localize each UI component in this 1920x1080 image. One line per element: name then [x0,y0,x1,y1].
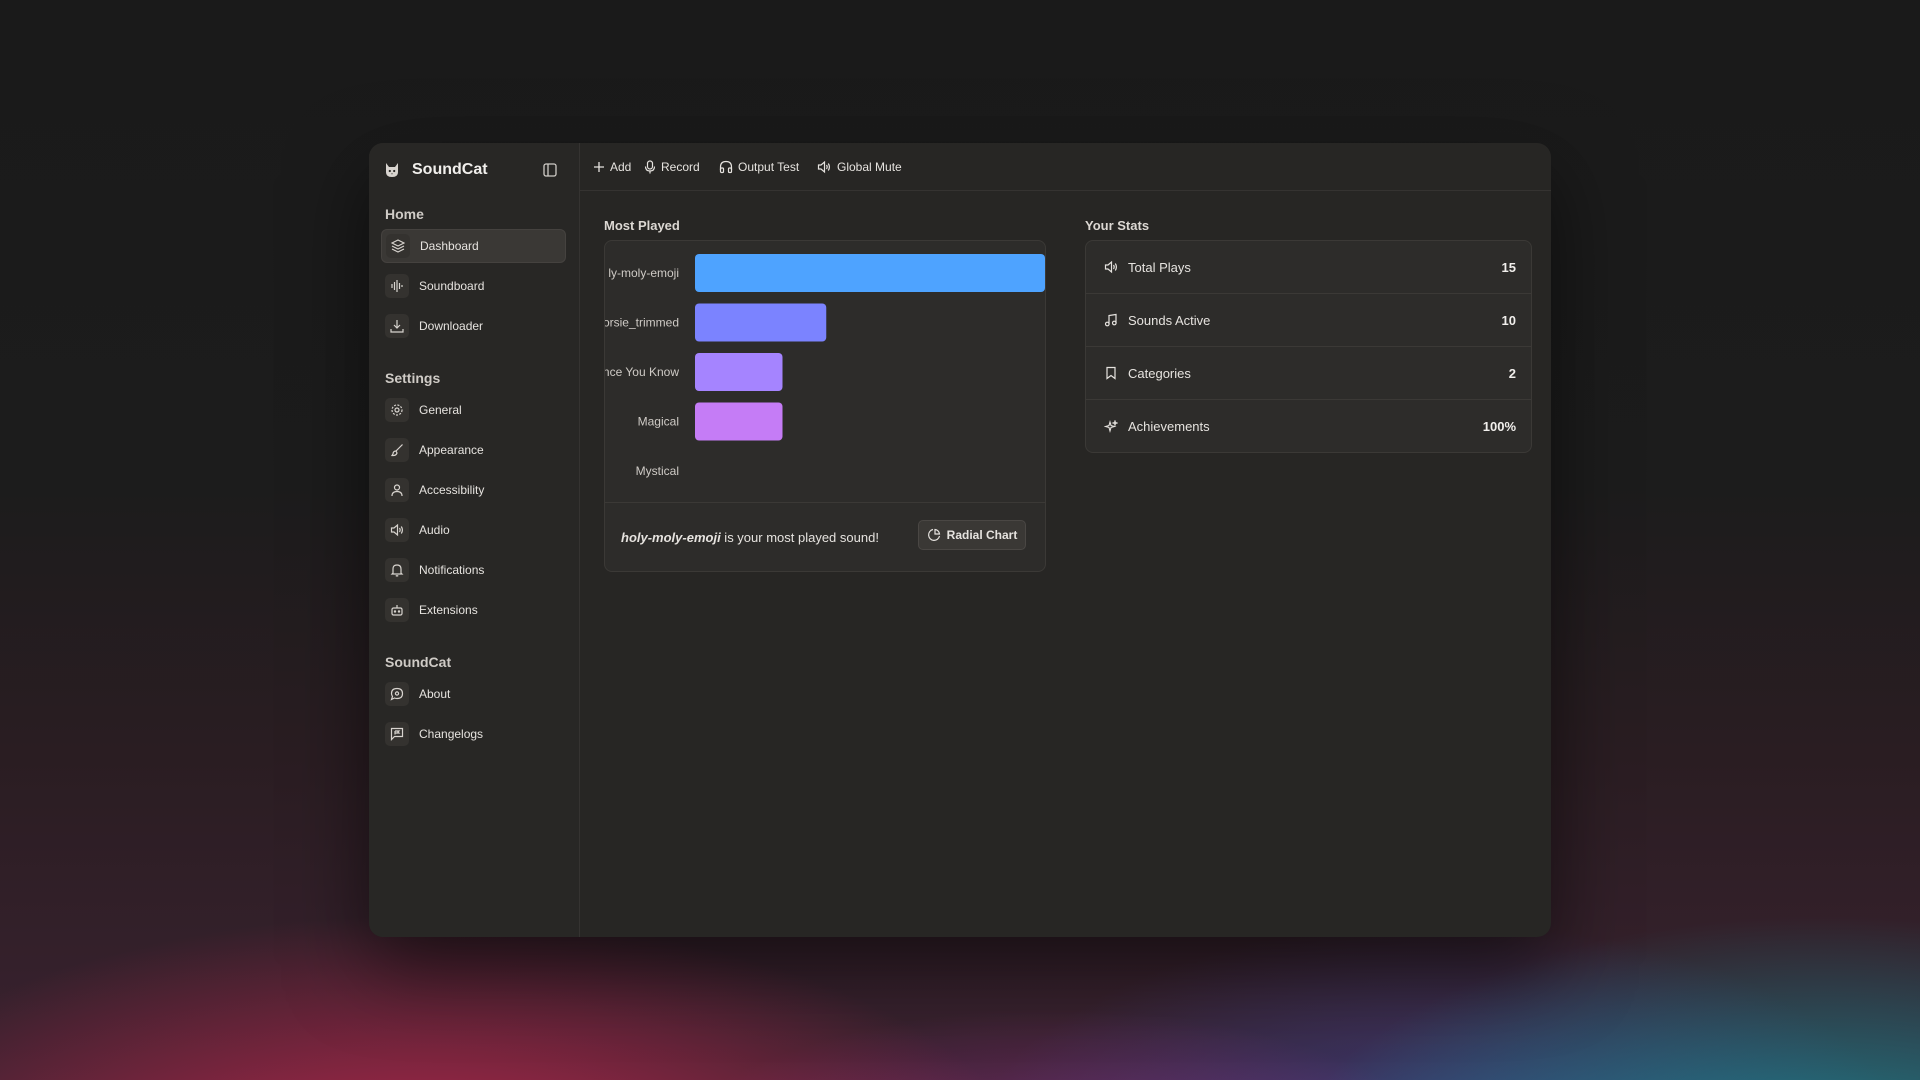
most-played-footer: holy-moly-emoji is your most played soun… [605,503,1045,571]
most-played-chart: ly-moly-emoji orsie_trimmednce You Know Ma… [605,241,1045,503]
gear-icon [385,398,409,422]
bar-3[interactable] [695,353,783,391]
add-button[interactable]: Add [593,157,631,177]
bar-2[interactable] [695,303,827,342]
message-flag-icon [385,722,409,746]
sparkles-icon [1102,418,1120,436]
stat-row-categories: Categories 2 [1086,347,1531,400]
bar-label: Magical [638,415,679,429]
your-stats-title: Your Stats [1085,218,1150,233]
sidebar-item-label: Appearance [419,443,484,457]
section-home: Home [385,206,424,222]
person-icon [385,478,409,502]
chat-bubble-icon [385,682,409,706]
bar-label: orsie_trimmed [605,316,679,330]
stat-row-total-plays: Total Plays 15 [1086,241,1531,294]
output-test-button[interactable]: Output Test [719,157,799,177]
sidebar-item-notifications[interactable]: Notifications [381,553,566,587]
section-settings: Settings [385,370,441,386]
speaker-icon [385,518,409,542]
sidebar-item-downloader[interactable]: Downloader [381,309,566,343]
sidebar-item-appearance[interactable]: Appearance [381,433,566,467]
sidebar-item-about[interactable]: About [381,677,566,711]
microphone-icon [644,160,656,174]
add-label: Add [610,160,632,174]
sidebar-item-label: Notifications [419,563,485,577]
global-mute-label: Global Mute [837,160,902,174]
stat-value: 10 [1501,312,1516,328]
cat-logo-icon [382,160,402,180]
radial-chart-label: Radial Chart [946,528,1018,542]
sidebar-item-extensions[interactable]: Extensions [381,593,566,627]
stat-value: 100% [1482,419,1516,434]
sidebar-item-label: Soundboard [419,279,485,293]
summary-suffix: is your most played sound! [720,530,879,545]
sidebar-item-changelogs[interactable]: Changelogs [381,717,566,751]
brush-icon [385,438,409,462]
output-test-label: Output Test [738,160,800,174]
sidebar-item-general[interactable]: General [381,393,566,427]
music-note-icon [1102,311,1120,329]
sidebar-item-dashboard[interactable]: Dashboard [381,229,566,263]
stat-value: 2 [1508,365,1516,381]
layers-icon [386,234,410,258]
sidebar-item-label: Audio [419,523,450,537]
speaker-icon [817,160,832,174]
sidebar-item-label: Dashboard [420,239,479,253]
radial-chart-button[interactable]: Radial Chart [918,520,1026,550]
global-mute-button[interactable]: Global Mute [817,157,902,177]
sidebar-item-label: General [419,403,462,417]
bar-label: ly-moly-emoji [608,266,679,280]
stat-row-sounds-active: Sounds Active 10 [1086,294,1531,347]
stat-value: 15 [1501,259,1516,275]
sidebar-item-label: About [419,687,451,701]
headphones-icon [719,160,733,174]
sidebar-item-accessibility[interactable]: Accessibility [381,473,566,507]
record-label: Record [661,160,700,174]
sidebar: SoundCat Home Dashboard Soundboard Downl… [369,143,580,937]
bar-chart: ly-moly-emoji orsie_trimmednce You Know Ma… [605,254,1045,478]
bar-label: nce You Know [605,365,679,379]
brand: SoundCat [382,156,488,184]
app-window: SoundCat Home Dashboard Soundboard Downl… [369,143,1551,937]
most-played-summary: holy-moly-emoji is your most played soun… [621,530,879,545]
most-played-title: Most Played [604,218,680,233]
plus-icon [593,161,605,173]
stat-label: Sounds Active [1128,312,1211,328]
bar-4[interactable] [695,402,783,441]
bar-1[interactable] [695,254,1045,292]
stat-label: Achievements [1128,419,1210,434]
section-soundcat: SoundCat [385,654,452,670]
sidebar-item-label: Changelogs [419,727,484,741]
sidebar-item-label: Downloader [419,319,484,333]
sidebar-item-soundboard[interactable]: Soundboard [381,269,566,303]
speaker-icon [1102,258,1120,276]
sidebar-item-label: Accessibility [419,483,485,497]
bot-icon [385,598,409,622]
app-name: SoundCat [412,161,488,178]
sidebar-item-label: Extensions [419,603,478,617]
download-icon [385,314,409,338]
record-button[interactable]: Record [644,157,700,177]
audio-waveform-icon [385,274,409,298]
bell-icon [385,558,409,582]
top-sound-name: holy-moly-emoji [621,530,721,545]
stats-card: Total Plays 15 Sounds Active 10 Categori… [1085,240,1532,453]
pie-chart-icon [927,528,941,542]
most-played-card: ly-moly-emoji orsie_trimmednce You Know Ma… [604,240,1046,572]
sidebar-item-audio[interactable]: Audio [381,513,566,547]
bookmark-icon [1102,364,1120,382]
stat-row-achievements: Achievements 100% [1086,400,1531,452]
bar-label: Mystical [636,464,679,478]
stat-label: Total Plays [1128,259,1191,275]
stat-label: Categories [1128,365,1191,381]
sidebar-toggle-icon[interactable] [541,161,559,179]
toolbar: Add Record Output Test Global Mute [579,143,1551,191]
